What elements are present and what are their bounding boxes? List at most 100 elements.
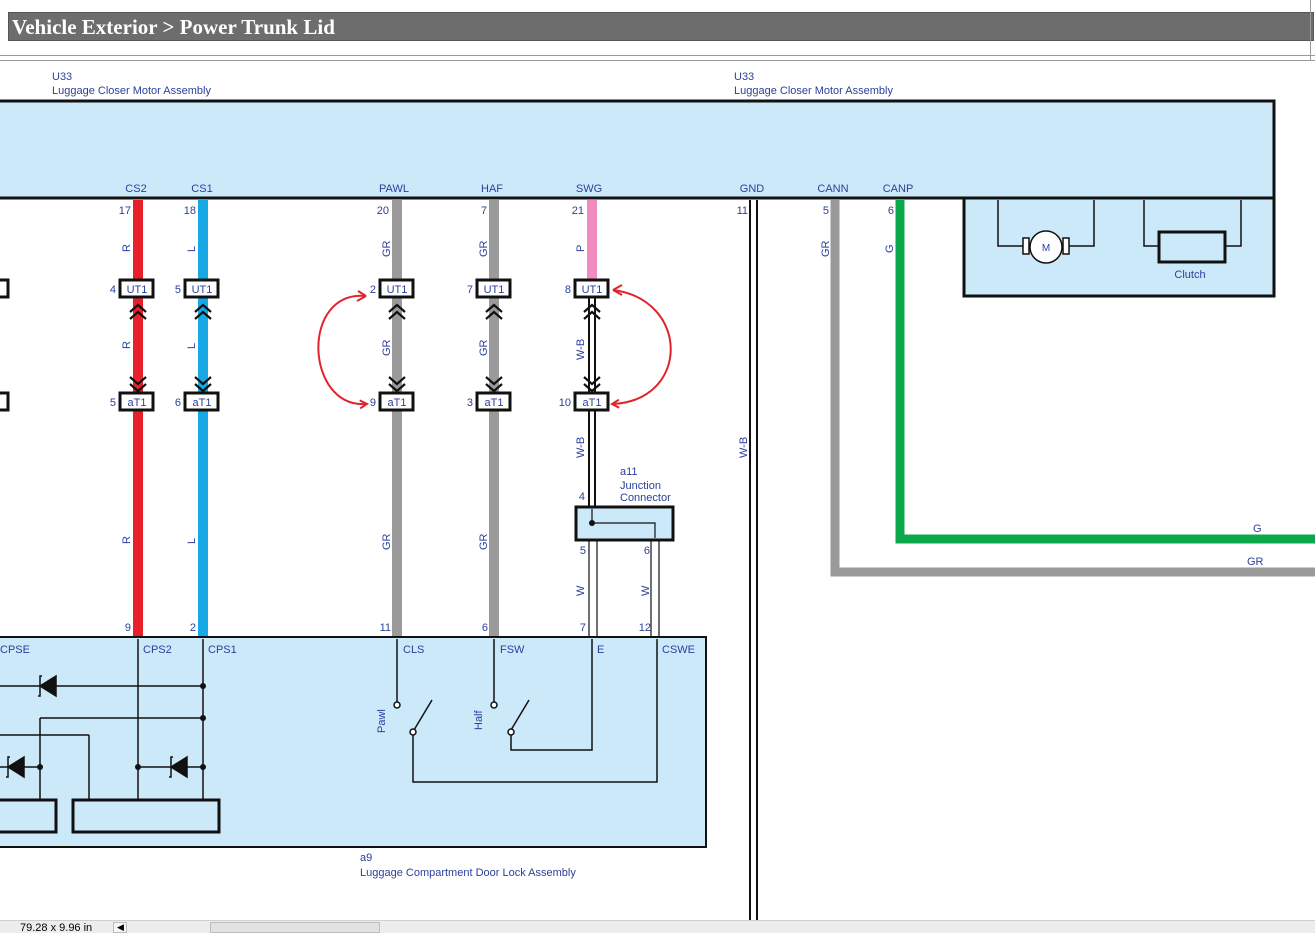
wire-cs1-blue[interactable] bbox=[198, 200, 208, 637]
wire-label: G bbox=[1253, 523, 1262, 535]
connector-at1-swg[interactable]: aT1 bbox=[573, 391, 610, 412]
pin-cpse: CPSE bbox=[0, 644, 30, 656]
connector-chevron-icon bbox=[583, 310, 601, 320]
wire-label: GR bbox=[820, 240, 832, 257]
pin-number: 11 bbox=[380, 622, 391, 634]
pin-number: 10 bbox=[559, 397, 571, 409]
svg-text:UT1: UT1 bbox=[387, 284, 408, 296]
wire-label: R bbox=[121, 244, 133, 252]
junction-connector-a11[interactable] bbox=[574, 505, 675, 542]
page-size-readout: 79.28 x 9.96 in bbox=[20, 922, 93, 934]
connector-ut1-swg[interactable]: UT1 bbox=[573, 278, 610, 299]
svg-text:aT1: aT1 bbox=[193, 397, 212, 409]
svg-text:UT1: UT1 bbox=[582, 284, 603, 296]
connector-chevron-icon bbox=[583, 376, 601, 386]
pin-number: 6 bbox=[482, 622, 488, 634]
svg-text:aT1: aT1 bbox=[388, 397, 407, 409]
wiring-diagram[interactable]: M Clutch U33 Luggage Closer Motor Assemb… bbox=[0, 0, 1315, 933]
svg-text:aT1: aT1 bbox=[485, 397, 504, 409]
junction-line2: Connector bbox=[620, 492, 671, 504]
pin-number: 18 bbox=[184, 205, 196, 217]
svg-text:UT1: UT1 bbox=[127, 284, 148, 296]
wire-label: W-B bbox=[575, 437, 587, 458]
a9-id: a9 bbox=[360, 852, 372, 864]
connector-at1-cs2[interactable]: aT1 bbox=[118, 391, 155, 412]
wire-label: GR bbox=[1247, 556, 1264, 568]
u33-left-name: Luggage Closer Motor Assembly bbox=[52, 85, 211, 97]
connector-ut1-cs1[interactable]: UT1 bbox=[183, 278, 220, 299]
pin-number: 6 bbox=[644, 545, 650, 557]
wire-gnd-wb[interactable] bbox=[749, 200, 758, 922]
a9-body bbox=[0, 636, 707, 848]
connector-ut1-cs2[interactable]: UT1 bbox=[118, 278, 155, 299]
wire-label: R bbox=[121, 341, 133, 349]
pin-number: 6 bbox=[888, 205, 894, 217]
pin-number: 20 bbox=[377, 205, 389, 217]
pin-cls: CLS bbox=[403, 644, 424, 656]
wire-label: GR bbox=[478, 240, 490, 257]
u33-right-id: U33 bbox=[734, 71, 754, 83]
pin-number: 21 bbox=[572, 205, 584, 217]
half-switch-label: Half bbox=[473, 709, 485, 730]
a9-name: Luggage Compartment Door Lock Assembly bbox=[360, 867, 576, 879]
wire-label: W bbox=[640, 585, 652, 596]
pin-number: 2 bbox=[370, 284, 376, 296]
connector-at1-haf[interactable]: aT1 bbox=[475, 391, 512, 412]
connector-ut1-pawl[interactable]: UT1 bbox=[378, 278, 415, 299]
connector-at1-pawl[interactable]: aT1 bbox=[378, 391, 415, 412]
pin-number: 4 bbox=[579, 491, 585, 503]
pawl-switch-label: Pawl bbox=[376, 709, 388, 733]
pin-number: 3 bbox=[467, 397, 473, 409]
u33-motor-section bbox=[962, 196, 1276, 298]
wire-label: L bbox=[186, 538, 198, 544]
wire-label: GR bbox=[381, 339, 393, 356]
pin-cswe: CSWE bbox=[662, 644, 695, 656]
wire-label: GR bbox=[478, 339, 490, 356]
u33-left-id: U33 bbox=[52, 71, 72, 83]
junction-id: a11 bbox=[620, 466, 638, 478]
wire-haf-gray[interactable] bbox=[489, 200, 499, 637]
pin-number: 7 bbox=[481, 205, 487, 217]
wire-label: G bbox=[884, 244, 896, 253]
connector-at1-cs1[interactable]: aT1 bbox=[183, 391, 220, 412]
pin-cs2: CS2 bbox=[125, 183, 146, 195]
connector-left-edge bbox=[0, 278, 10, 412]
wire-label: W-B bbox=[738, 437, 750, 458]
svg-text:UT1: UT1 bbox=[484, 284, 505, 296]
pin-number: 5 bbox=[580, 545, 586, 557]
pin-canp: CANP bbox=[883, 183, 914, 195]
pin-number: 7 bbox=[580, 622, 586, 634]
svg-text:aT1: aT1 bbox=[583, 397, 602, 409]
scrollbar-thumb[interactable] bbox=[210, 922, 380, 933]
pin-number: 12 bbox=[639, 622, 651, 634]
wire-label: L bbox=[186, 246, 198, 252]
connector-ut1-haf[interactable]: UT1 bbox=[475, 278, 512, 299]
wire-label: W bbox=[575, 585, 587, 596]
wire-label: R bbox=[121, 536, 133, 544]
pin-number: 4 bbox=[110, 284, 116, 296]
wire-pawl-gray[interactable] bbox=[392, 200, 402, 637]
pin-cann: CANN bbox=[817, 183, 848, 195]
wire-label: GR bbox=[381, 240, 393, 257]
pin-number: 17 bbox=[119, 205, 131, 217]
pin-number: 7 bbox=[467, 284, 473, 296]
pin-number: 9 bbox=[125, 622, 131, 634]
pin-number: 5 bbox=[110, 397, 116, 409]
pin-number: 11 bbox=[737, 205, 748, 217]
pin-number: 9 bbox=[370, 397, 376, 409]
pin-haf: HAF bbox=[481, 183, 503, 195]
pin-cs1: CS1 bbox=[191, 183, 212, 195]
motor-label: M bbox=[1042, 243, 1050, 254]
scroll-left-button[interactable]: ◀ bbox=[113, 922, 127, 933]
pin-fsw: FSW bbox=[500, 644, 525, 656]
wire-label: GR bbox=[381, 533, 393, 550]
pin-cps2: CPS2 bbox=[143, 644, 172, 656]
wire-cs2-red[interactable] bbox=[133, 200, 143, 637]
pin-number: 8 bbox=[565, 284, 571, 296]
pin-gnd: GND bbox=[740, 183, 765, 195]
pin-number: 2 bbox=[190, 622, 196, 634]
clutch-label: Clutch bbox=[1174, 269, 1205, 281]
junction-line1: Junction bbox=[620, 480, 661, 492]
wire-swg-pink[interactable] bbox=[587, 200, 597, 282]
u33-right-name: Luggage Closer Motor Assembly bbox=[734, 85, 893, 97]
